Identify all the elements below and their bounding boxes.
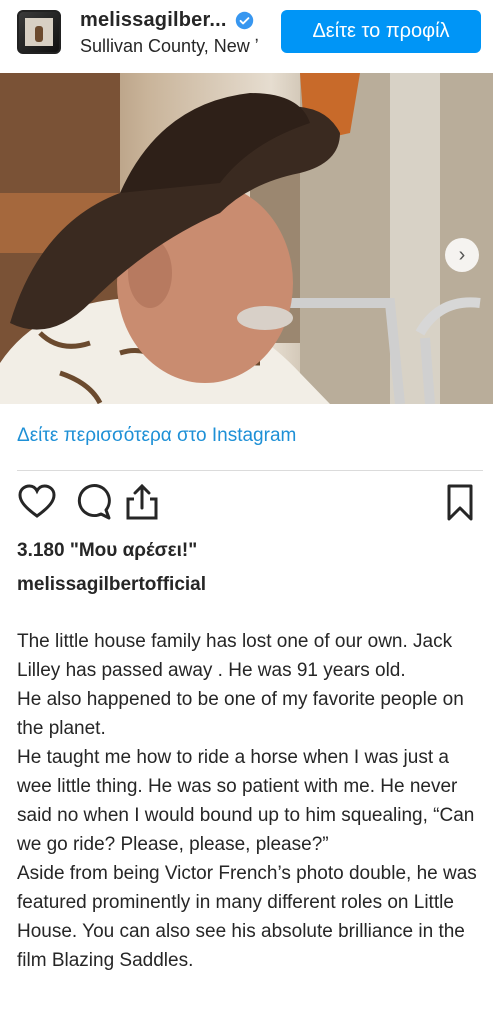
location-label[interactable]: Sullivan County, New ʼ <box>80 36 270 57</box>
photo-illustration <box>0 73 493 404</box>
post-username[interactable]: melissagilbertofficial <box>17 574 206 596</box>
username-row: melissagilber... <box>80 9 254 32</box>
post-photo[interactable]: › <box>0 73 493 404</box>
header-username[interactable]: melissagilber... <box>80 9 227 32</box>
bookmark-icon[interactable] <box>440 482 480 522</box>
view-profile-button[interactable]: Δείτε το προφίλ <box>281 10 481 53</box>
caption-paragraph: He taught me how to ride a horse when I … <box>17 747 475 855</box>
caption-paragraph: He also happened to be one of my favorit… <box>17 689 464 739</box>
divider <box>17 470 483 471</box>
chevron-right-icon[interactable]: › <box>445 238 479 272</box>
view-more-on-instagram-link[interactable]: Δείτε περισσότερα στο Instagram <box>17 425 296 447</box>
action-bar <box>0 482 493 526</box>
post-caption: The little house family has lost one of … <box>17 627 487 975</box>
caption-paragraph: Aside from being Victor French’s photo d… <box>17 863 477 971</box>
avatar[interactable] <box>17 10 61 54</box>
heart-icon[interactable] <box>17 482 57 522</box>
likes-count[interactable]: 3.180 "Μου αρέσει!" <box>17 540 197 562</box>
comment-icon[interactable] <box>73 482 113 522</box>
verified-badge-icon <box>235 11 253 30</box>
post-header: melissagilber... Sullivan County, New ʼ … <box>0 0 493 72</box>
share-icon[interactable] <box>122 482 162 522</box>
caption-paragraph: The little house family has lost one of … <box>17 631 453 681</box>
